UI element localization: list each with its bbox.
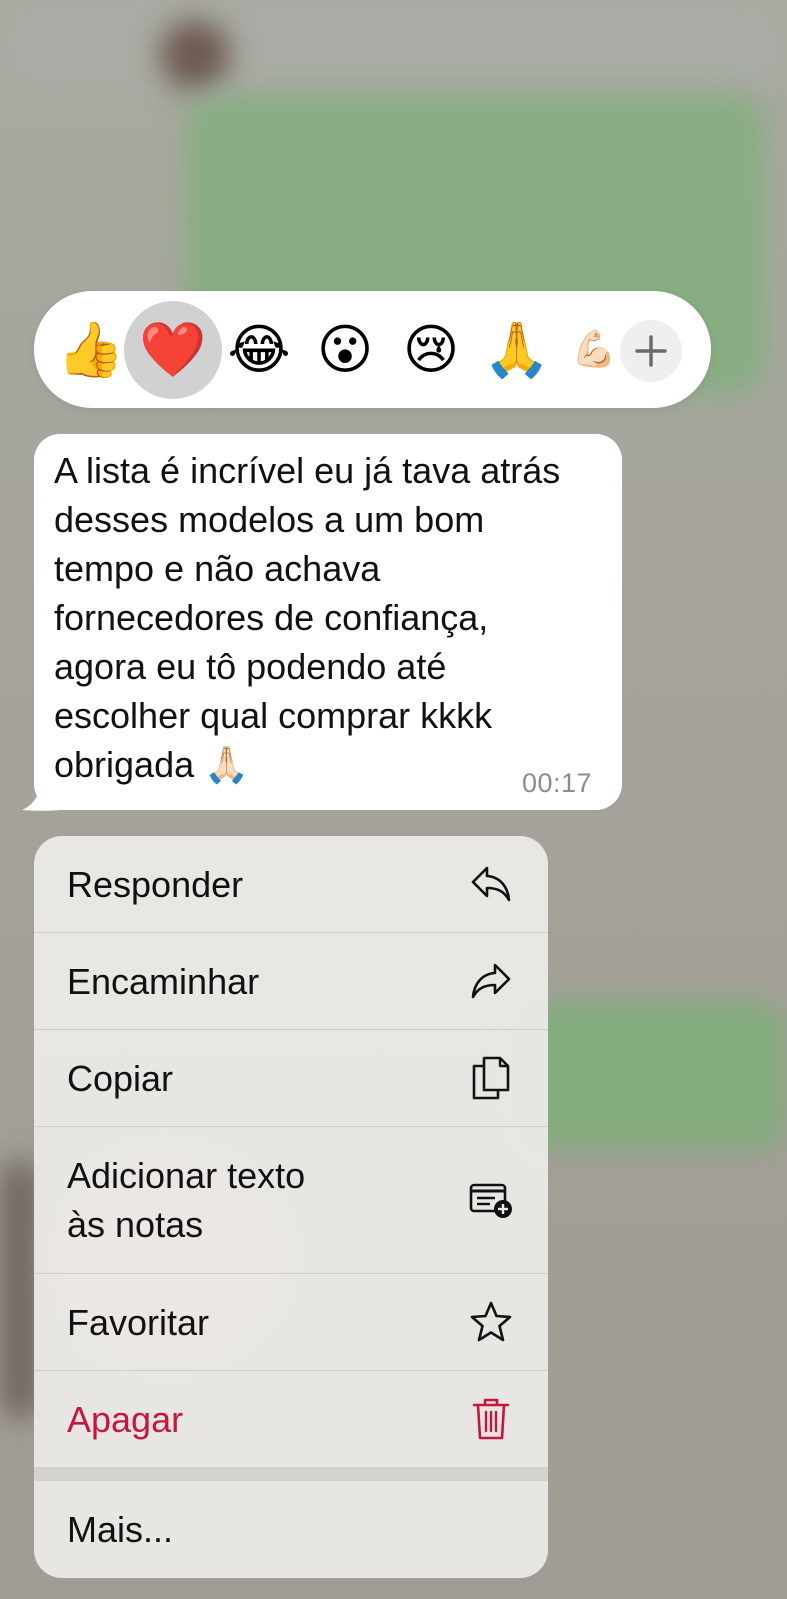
message-text: A lista é incrível eu já tava atrás dess…: [54, 446, 614, 789]
reply-menu-item[interactable]: Responder: [34, 836, 548, 932]
flexed-biceps-emoji: 💪🏻: [574, 328, 614, 370]
reply-icon: [468, 861, 514, 907]
favorite-menu-item[interactable]: Favoritar: [34, 1274, 548, 1370]
blurred-avatar: [160, 20, 230, 90]
blurred-outgoing-message-2: [520, 1000, 787, 1150]
star-icon: [468, 1299, 514, 1345]
reaction-crying[interactable]: 😢: [388, 291, 474, 408]
add-to-notes-label-line2: às notas: [67, 1204, 204, 1245]
more-label: Mais...: [67, 1509, 174, 1550]
trash-icon: [468, 1396, 514, 1442]
add-to-notes-label-line1: Adicionar texto: [67, 1155, 306, 1196]
reaction-tears-of-joy[interactable]: 😂: [216, 291, 302, 408]
delete-menu-item[interactable]: Apagar: [34, 1371, 548, 1467]
menu-section-separator: [34, 1467, 548, 1481]
reply-label: Responder: [67, 863, 244, 905]
add-reaction-button[interactable]: [620, 320, 682, 382]
message-line: fornecedores de confiança,: [54, 597, 489, 638]
tears-of-joy-emoji: 😂: [227, 317, 291, 381]
blurred-header: [0, 0, 787, 90]
delete-label: Apagar: [67, 1398, 184, 1440]
add-to-notes-menu-item[interactable]: Adicionar texto às notas: [34, 1127, 548, 1273]
reaction-red-heart[interactable]: ❤️: [124, 291, 222, 408]
message-line: escolher qual comprar kkkk: [54, 695, 493, 736]
forward-menu-item[interactable]: Encaminhar: [34, 933, 548, 1029]
copy-label: Copiar: [67, 1057, 174, 1099]
reaction-thumbs-up[interactable]: 👍: [48, 291, 134, 408]
more-menu-item[interactable]: Mais...: [34, 1481, 548, 1578]
copy-icon: [468, 1055, 514, 1101]
forward-label: Encaminhar: [67, 960, 260, 1002]
red-heart-emoji: ❤️: [139, 317, 207, 381]
favorite-label: Favoritar: [67, 1301, 210, 1343]
add-to-notes-label: Adicionar texto às notas: [67, 1151, 305, 1249]
message-timestamp: 00:17: [522, 768, 593, 798]
message-context-menu: Responder Encaminhar Copiar Adicionar te…: [34, 836, 548, 1578]
surprised-emoji: 😮: [316, 317, 374, 381]
forward-icon: [468, 958, 514, 1004]
reaction-bar: 👍 ❤️ 😂 😮 😢 🙏 💪🏻: [34, 291, 711, 408]
message-line: A lista é incrível eu já tava atrás: [54, 450, 561, 491]
message-line: desses modelos a um bom: [54, 499, 485, 540]
note-add-icon: [468, 1177, 514, 1223]
reaction-flexed-biceps[interactable]: 💪🏻: [574, 291, 614, 408]
message-line: tempo e não achava: [54, 548, 381, 589]
folded-hands-emoji: 🙏: [483, 317, 551, 381]
plus-icon: [635, 335, 667, 367]
crying-emoji: 😢: [402, 317, 460, 381]
copy-menu-item[interactable]: Copiar: [34, 1030, 548, 1126]
reaction-surprised[interactable]: 😮: [302, 291, 388, 408]
reaction-folded-hands[interactable]: 🙏: [474, 291, 560, 408]
thumbs-up-emoji: 👍: [57, 317, 125, 381]
message-line: agora eu tô podendo até: [54, 646, 447, 687]
